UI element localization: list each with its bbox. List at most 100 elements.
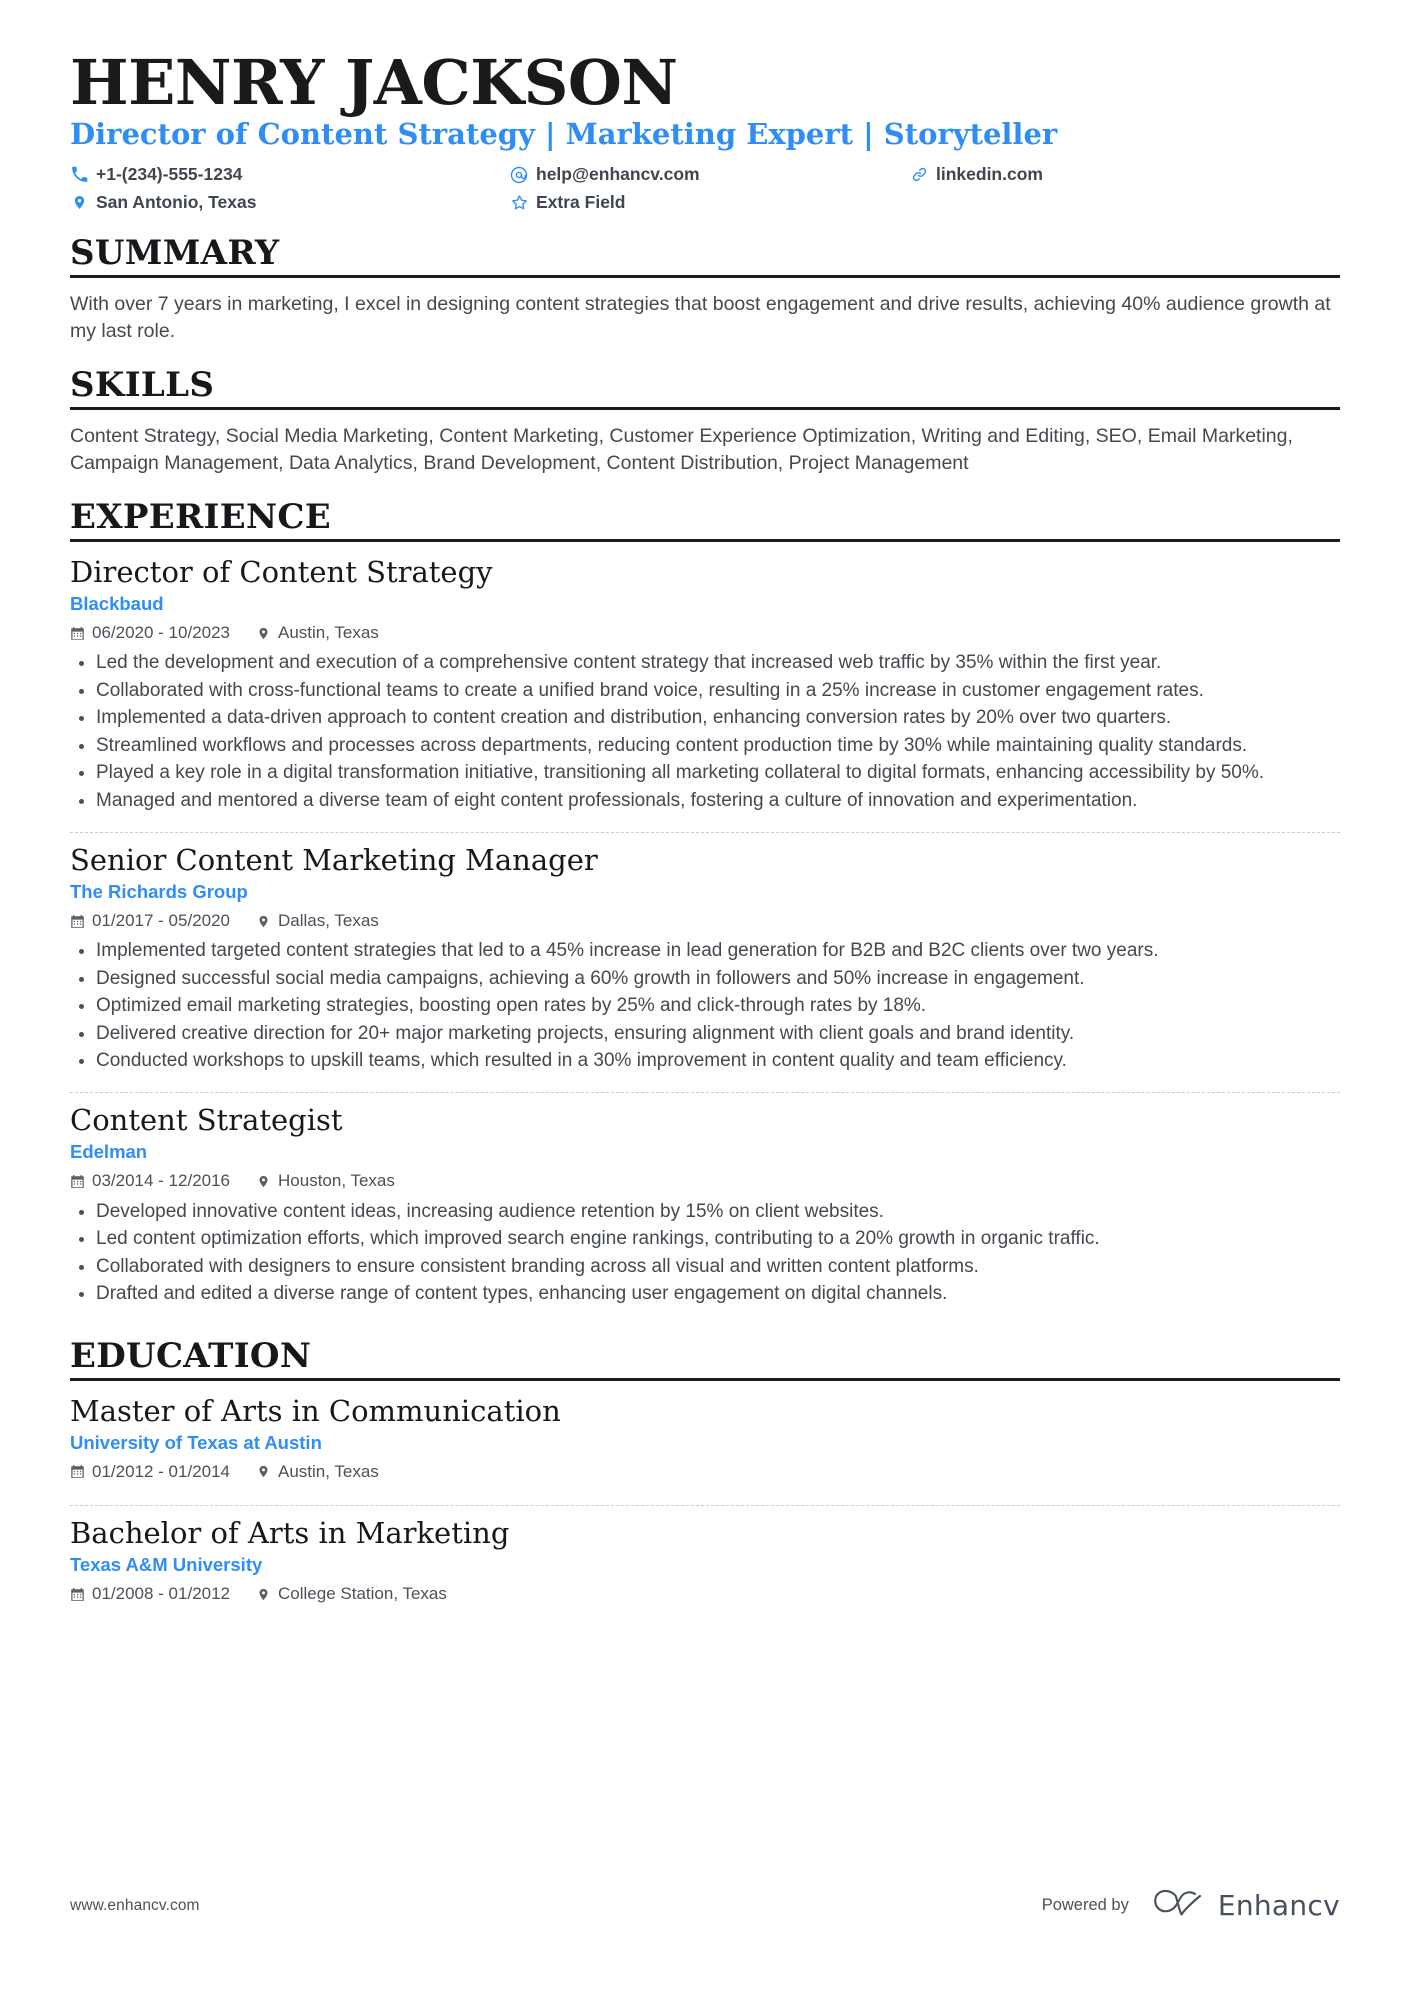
bullet-item: Implemented targeted content strategies … [70,938,1340,965]
bullet-item: Conducted workshops to upskill teams, wh… [70,1048,1340,1075]
email-icon [510,166,528,184]
experience-entry: Director of Content Strategy Blackbaud 06/… [70,555,1340,824]
experience-entry: Senior Content Marketing Manager The Rich… [70,831,1340,1084]
calendar-icon [70,625,85,641]
education-entry: Bachelor of Arts in Marketing Texas A&M U… [70,1505,1340,1619]
education-entry-title: Master of Arts in Communication [70,1393,561,1428]
link-icon [910,166,928,184]
enhancv-logo: Enhancv [1151,1888,1340,1923]
experience-entry-dates: 03/2014 - 12/2016 [70,1170,230,1192]
location-icon [256,1464,271,1480]
section-experience: EXPERIENCE Director of Content Strategy B… [70,496,1340,1317]
education-entry-dates: 01/2008 - 01/2012 [70,1583,230,1605]
location-icon [256,913,271,929]
experience-entry-bullets: Developed innovative content ideas, incr… [70,1199,1340,1308]
candidate-headline: Director of Content Strategy | Marketing… [70,117,1058,151]
bullet-item: Designed successful social media campaig… [70,966,1340,993]
contact-linkedin[interactable]: linkedin.com [910,163,1340,186]
bullet-item: Led the development and execution of a c… [70,650,1340,677]
experience-entry-bullets: Led the development and execution of a c… [70,650,1340,815]
education-entry: Master of Arts in Communication Universit… [70,1394,1340,1497]
section-divider [70,406,1340,410]
section-divider [70,1377,1340,1381]
contact-phone[interactable]: +1-(234)-555-1234 [70,163,510,186]
enhancv-wordmark: Enhancv [1217,1889,1340,1922]
calendar-icon [70,1586,85,1602]
education-entry-dates-text: 01/2008 - 01/2012 [92,1584,231,1604]
powered-by-label: Powered by [1041,1896,1129,1914]
section-education: EDUCATION Master of Arts in Communicatio… [70,1335,1340,1620]
experience-entry-dates-text: 06/2020 - 10/2023 [92,623,231,642]
summary-text: With over 7 years in marketing, I excel … [70,292,1331,343]
experience-entry-organization: The Richards Group [70,881,248,903]
phone-icon [70,166,88,184]
footer-url[interactable]: www.enhancv.com [70,1897,200,1915]
experience-entry-title: Content Strategist [70,1103,343,1138]
contact-email[interactable]: help@enhancv.com [510,163,910,186]
bullet-item: Managed and mentored a diverse team of e… [70,788,1340,815]
experience-entry-location-text: Houston, Texas [278,1171,395,1191]
education-entry-dates-text: 01/2012 - 01/2014 [92,1461,231,1481]
education-entry-meta: 01/2012 - 01/2014 Austin, Texas [70,1461,1340,1483]
experience-entry-dates: 06/2020 - 10/2023 [70,622,230,644]
experience-entry-meta: 03/2014 - 12/2016 Houston, Texas [70,1170,1340,1192]
experience-entry-meta: 01/2017 - 05/2020 Dallas, Texas [70,910,1340,932]
experience-entry-location: Houston, Texas [256,1170,395,1192]
page-footer: www.enhancv.com Powered by Enhancv [70,1888,1340,1923]
calendar-icon [70,1464,85,1480]
education-entry-location-text: College Station, Texas [278,1584,447,1604]
resume-page: HENRY JACKSON Director of Content Strate… [0,0,1410,1995]
bullet-item: Streamlined workflows and processes acro… [70,733,1340,760]
calendar-icon [70,913,85,929]
bullet-item: Drafted and edited a diverse range of co… [70,1281,1340,1308]
experience-entry-dates-text: 03/2014 - 12/2016 [92,1171,231,1191]
section-divider [70,274,1340,278]
section-title-summary: SUMMARY [70,232,280,273]
contact-location[interactable]: San Antonio, Texas [70,191,510,214]
contact-linkedin-text: linkedin.com [936,164,1043,185]
contact-location-text: San Antonio, Texas [96,192,257,213]
experience-list: Director of Content Strategy Blackbaud 06/… [70,555,1340,1317]
section-title-experience: EXPERIENCE [70,496,331,537]
experience-entry-location: Dallas, Texas [256,910,379,932]
section-summary: SUMMARY With over 7 years in marketing, … [70,232,1340,346]
location-icon [256,1586,271,1602]
education-entry-meta: 01/2008 - 01/2012 College Station, Texas [70,1583,1340,1605]
education-entry-title: Bachelor of Arts in Marketing [70,1516,510,1550]
candidate-name: HENRY JACKSON [70,46,678,119]
bullet-item: Delivered creative direction for 20+ maj… [70,1021,1340,1048]
experience-entry-bullets: Implemented targeted content strategies … [70,938,1340,1075]
education-entry-location: College Station, Texas [256,1583,447,1605]
experience-entry-dates-text: 01/2017 - 05/2020 [92,911,231,930]
experience-entry-title: Senior Content Marketing Manager [70,842,598,877]
section-divider [70,538,1340,542]
bullet-item: Optimized email marketing strategies, bo… [70,993,1340,1020]
education-entry-organization: University of Texas at Austin [70,1431,322,1453]
contact-email-text: help@enhancv.com [536,164,700,185]
experience-entry-meta: 06/2020 - 10/2023 Austin, Texas [70,622,1340,644]
contact-phone-text: +1-(234)-555-1234 [96,164,243,185]
star-icon [510,193,528,211]
contact-extra-field[interactable]: Extra Field [510,191,910,214]
section-skills: SKILLS Content Strategy, Social Media Ma… [70,364,1340,478]
section-title-education: EDUCATION [70,1335,312,1376]
location-icon [256,625,271,641]
education-entry-dates: 01/2012 - 01/2014 [70,1461,230,1483]
contact-details: +1-(234)-555-1234 help@enhancv.com linke… [70,163,1340,214]
bullet-item: Implemented a data-driven approach to co… [70,705,1340,732]
bullet-item: Led content optimization efforts, which … [70,1226,1340,1253]
skills-text: Content Strategy, Social Media Marketing… [70,424,1293,475]
education-entry-location: Austin, Texas [256,1461,379,1483]
resume-header: HENRY JACKSON Director of Content Strate… [70,52,1340,214]
contact-extra-field-text: Extra Field [536,192,626,213]
bullet-item: Played a key role in a digital transform… [70,760,1340,787]
experience-entry-location: Austin, Texas [256,622,379,644]
experience-entry-location-text: Dallas, Texas [278,911,379,930]
experience-entry-organization: Blackbaud [70,593,164,615]
section-title-skills: SKILLS [70,364,215,405]
location-icon [256,1173,271,1189]
education-list: Master of Arts in Communication Universit… [70,1394,1340,1620]
education-entry-organization: Texas A&M University [70,1554,263,1576]
calendar-icon [70,1173,85,1189]
experience-entry-organization: Edelman [70,1141,148,1163]
